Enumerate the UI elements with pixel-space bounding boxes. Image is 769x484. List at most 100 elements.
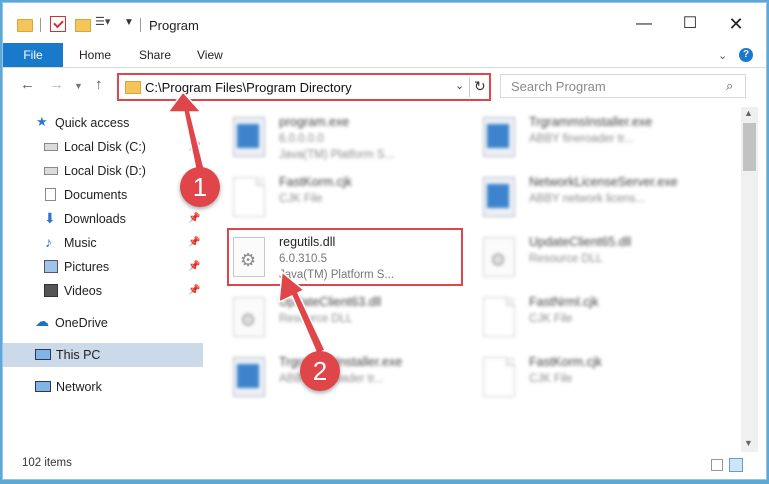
search-icon[interactable]: ⌕ — [726, 78, 733, 94]
large-icons-view-icon[interactable] — [729, 458, 743, 472]
network-icon — [35, 381, 51, 392]
search-input[interactable]: Search Program ⌕ — [500, 74, 746, 98]
window-title: Program — [149, 18, 199, 33]
item-count: 102 items — [22, 457, 72, 469]
file-version: 6.0.310.5 — [279, 253, 327, 265]
maximize-button[interactable]: ☐ — [667, 13, 713, 35]
file-name: TrgrammsInstaller.exe — [279, 355, 403, 369]
pin-icon[interactable]: 📌 — [188, 261, 200, 272]
file-item[interactable]: TrgrammsInstaller.exe ABBY fineroader tr… — [229, 351, 459, 407]
file-type: CJK File — [279, 193, 323, 205]
sidebar-item-pictures[interactable]: Pictures 📌 — [3, 255, 203, 279]
sidebar-item-label: Quick access — [55, 116, 130, 130]
view-options-icon[interactable]: ☰▾ — [95, 15, 117, 29]
customize-toolbar-chevron-icon[interactable]: ▼ — [124, 17, 134, 28]
sidebar-item-label: Local Disk (D:) — [64, 164, 146, 178]
divider — [140, 18, 141, 32]
file-item[interactable]: TrgrammsInstaller.exe ABBY fineroader tr… — [479, 111, 709, 167]
file-item[interactable]: FastKorm.cjk CJK File — [479, 351, 709, 407]
drive-icon — [44, 143, 58, 151]
details-view-icon[interactable] — [711, 459, 723, 471]
exe-icon — [483, 177, 515, 217]
forward-arrow-icon[interactable]: → — [49, 76, 64, 93]
sidebar-item-label: Documents — [64, 188, 128, 202]
minimize-button[interactable]: — — [621, 13, 667, 35]
file-name: FastNrml.cjk — [529, 295, 599, 309]
tab-file[interactable]: File — [3, 43, 63, 67]
divider — [40, 18, 41, 32]
sidebar-item-label: OneDrive — [55, 316, 108, 330]
file-item[interactable]: FastNrml.cjk CJK File — [479, 291, 709, 347]
tab-home[interactable]: Home — [79, 43, 111, 67]
star-icon: ★ — [36, 114, 48, 129]
folder-icon — [125, 81, 141, 94]
exe-icon — [483, 117, 515, 157]
sidebar-item-documents[interactable]: Documents — [3, 183, 203, 207]
sidebar-item-local-disk-c[interactable]: Local Disk (C:) 📌 — [3, 135, 203, 159]
sidebar-item-music[interactable]: ♪ Music 📌 — [3, 231, 203, 255]
file-name: program.exe — [279, 115, 350, 129]
step-badge-2: 2 — [300, 351, 340, 391]
file-item[interactable]: NetworkLicenseServer.exe ABBY network li… — [479, 171, 709, 227]
scroll-down-arrow-icon[interactable]: ▼ — [744, 438, 753, 448]
file-item[interactable]: FastKorm.cjk CJK File — [229, 171, 459, 227]
file-type: CJK File — [529, 373, 573, 385]
file-name: NetworkLicenseServer.exe — [529, 175, 678, 189]
file-item[interactable]: program.exe 6.0.0.0.0 Java(TM) Platform … — [229, 111, 459, 167]
sidebar-item-downloads[interactable]: ⬇ Downloads 📌 — [3, 207, 203, 231]
sidebar-item-videos[interactable]: Videos 📌 — [3, 279, 203, 303]
computer-icon — [35, 349, 51, 360]
recent-locations-chevron-icon[interactable]: ▼ — [74, 81, 83, 91]
document-icon — [483, 357, 515, 397]
navigation-bar: ← → ▼ ↑ C:\Program Files\Program Directo… — [3, 69, 766, 103]
file-description: ABBY network licens... — [529, 193, 646, 205]
file-item[interactable]: UpdateClient63.dll Resource DLL — [229, 291, 459, 347]
sidebar-item-local-disk-d[interactable]: Local Disk (D:) — [3, 159, 203, 183]
step-badge-1: 1 — [180, 167, 220, 207]
file-item-regutils[interactable]: regutils.dll 6.0.310.5 Java(TM) Platform… — [229, 231, 459, 287]
scrollbar-thumb[interactable] — [743, 123, 756, 171]
music-note-icon: ♪ — [45, 234, 52, 250]
dll-gear-icon — [483, 237, 515, 277]
sidebar-item-quick-access[interactable]: ★ Quick access — [3, 111, 203, 135]
refresh-icon[interactable]: ↻ — [474, 78, 486, 95]
dll-gear-icon — [233, 297, 265, 337]
address-bar[interactable]: C:\Program Files\Program Directory ⌄ ↻ — [117, 73, 491, 101]
file-name: regutils.dll — [279, 235, 336, 249]
folder-icon[interactable] — [17, 19, 33, 32]
sidebar-item-this-pc[interactable]: This PC — [3, 343, 203, 367]
file-description: Java(TM) Platform S... — [279, 149, 395, 161]
file-description: ABBY fineroader tr... — [529, 133, 634, 145]
scroll-up-arrow-icon[interactable]: ▲ — [744, 108, 753, 118]
address-dropdown-chevron-icon[interactable]: ⌄ — [455, 79, 464, 92]
pin-icon[interactable]: 📌 — [188, 141, 200, 152]
ribbon-tabs: File Home Share View ⌄ ? — [3, 41, 766, 68]
pin-icon[interactable]: 📌 — [188, 285, 200, 296]
address-path[interactable]: C:\Program Files\Program Directory — [145, 80, 352, 95]
pin-icon[interactable]: 📌 — [188, 237, 200, 248]
close-button[interactable]: ✕ — [713, 13, 759, 35]
explorer-window: ☰▾ ▼ Program — ☐ ✕ File Home Share View … — [2, 2, 767, 480]
tab-share[interactable]: Share — [139, 43, 171, 67]
exe-icon — [233, 357, 265, 397]
file-item[interactable]: UpdateClient65.dll Resource DLL — [479, 231, 709, 287]
sidebar-item-label: Local Disk (C:) — [64, 140, 146, 154]
exe-icon — [233, 117, 265, 157]
vertical-scrollbar[interactable]: ▲ ▼ — [741, 107, 758, 452]
expand-ribbon-chevron-icon[interactable]: ⌄ — [718, 49, 727, 62]
help-icon[interactable]: ? — [739, 48, 753, 62]
back-arrow-icon[interactable]: ← — [20, 76, 35, 93]
navigation-pane: ★ Quick access Local Disk (C:) 📌 Local D… — [3, 107, 203, 459]
sidebar-item-onedrive[interactable]: ☁ OneDrive — [3, 311, 203, 335]
sidebar-item-network[interactable]: Network — [3, 375, 203, 399]
tab-view[interactable]: View — [197, 43, 223, 67]
properties-icon[interactable] — [50, 16, 66, 32]
drive-icon — [44, 167, 58, 175]
new-folder-icon[interactable] — [75, 19, 91, 32]
title-bar: ☰▾ ▼ Program — ☐ ✕ — [3, 3, 766, 41]
file-description: Java(TM) Platform S... — [279, 269, 395, 281]
file-version: 6.0.0.0.0 — [279, 133, 324, 145]
pin-icon[interactable]: 📌 — [188, 213, 200, 224]
up-arrow-icon[interactable]: ↑ — [95, 76, 103, 93]
document-icon — [233, 177, 265, 217]
